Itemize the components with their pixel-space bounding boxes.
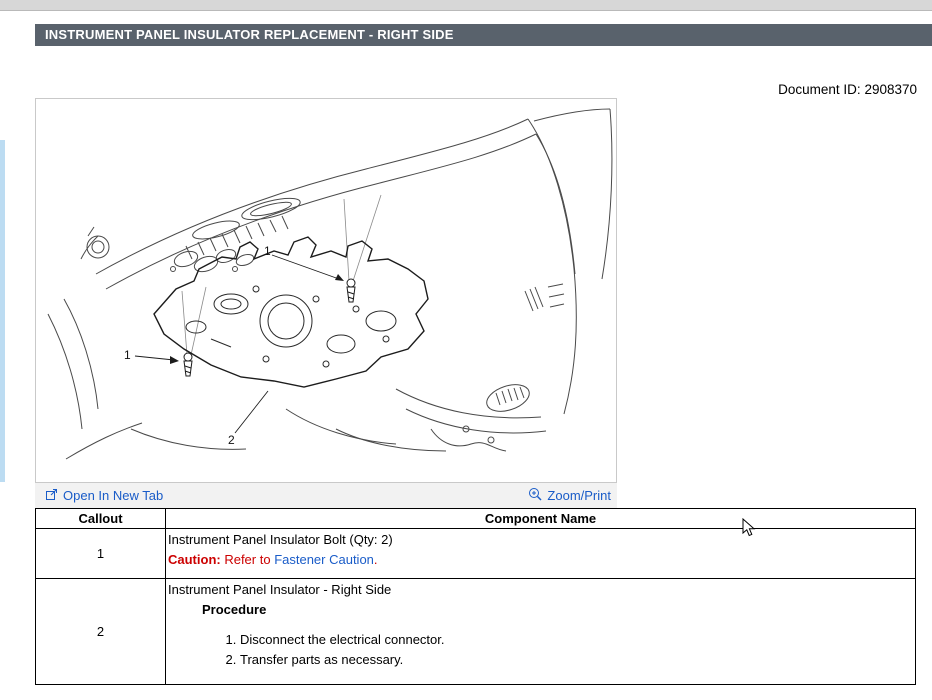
caution-text: Refer to <box>221 552 274 567</box>
caution-line: Caution: Refer to Fastener Caution. <box>168 550 911 570</box>
caution-label: Caution: <box>168 552 221 567</box>
component-cell-1: Instrument Panel Insulator Bolt (Qty: 2)… <box>166 529 916 579</box>
open-in-new-tab-icon <box>45 488 58 504</box>
fastener-caution-link[interactable]: Fastener Caution <box>274 552 374 567</box>
table-row: 1 Instrument Panel Insulator Bolt (Qty: … <box>36 529 916 579</box>
procedure-heading: Procedure <box>202 600 911 620</box>
callout-cell-1: 1 <box>36 529 166 579</box>
table-header-row: Callout Component Name <box>36 509 916 529</box>
callout-column-header: Callout <box>36 509 166 529</box>
figure-callout-2: 2 <box>228 433 235 447</box>
zoom-magnifier-plus-icon <box>528 487 542 504</box>
zoom-print-link[interactable]: Zoom/Print <box>528 487 611 504</box>
procedure-step: Transfer parts as necessary. <box>240 650 911 670</box>
table-row: 2 Instrument Panel Insulator - Right Sid… <box>36 579 916 685</box>
document-id: Document ID: 2908370 <box>778 82 917 97</box>
procedure-steps: Disconnect the electrical connector. Tra… <box>168 630 911 670</box>
component-name-column-header: Component Name <box>166 509 916 529</box>
figure-callout-1-top: 1 <box>264 244 271 258</box>
figure-toolbar: Open In New Tab Zoom/Print <box>35 483 617 508</box>
component-table: Callout Component Name 1 Instrument Pane… <box>35 508 916 685</box>
document-id-value: 2908370 <box>864 82 917 97</box>
document-id-label: Document ID: <box>778 82 861 97</box>
technical-illustration-frame: 1 1 2 <box>35 98 617 483</box>
page-title: INSTRUMENT PANEL INSULATOR REPLACEMENT -… <box>35 24 932 46</box>
procedure-step: Disconnect the electrical connector. <box>240 630 911 650</box>
page-title-text: INSTRUMENT PANEL INSULATOR REPLACEMENT -… <box>45 27 454 42</box>
callout-cell-2: 2 <box>36 579 166 685</box>
instrument-panel-illustration: 1 1 2 <box>36 99 616 482</box>
caution-period: . <box>374 552 378 567</box>
component-name-text: Instrument Panel Insulator - Right Side <box>168 580 911 600</box>
zoom-print-label: Zoom/Print <box>547 488 611 503</box>
figure-callout-1-left: 1 <box>124 348 131 362</box>
component-name-text: Instrument Panel Insulator Bolt (Qty: 2) <box>168 530 911 550</box>
browser-top-strip <box>0 0 932 11</box>
open-in-new-tab-link[interactable]: Open In New Tab <box>45 488 163 504</box>
component-cell-2: Instrument Panel Insulator - Right Side … <box>166 579 916 685</box>
left-edge-strip <box>0 140 5 482</box>
open-in-new-tab-label: Open In New Tab <box>63 488 163 503</box>
